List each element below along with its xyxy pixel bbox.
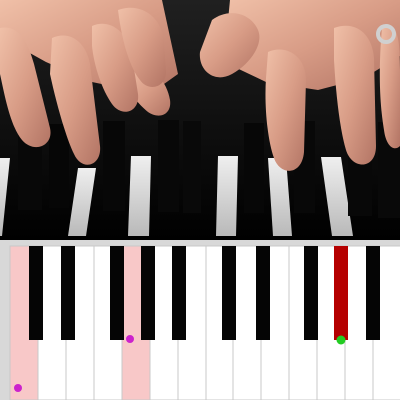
real-black-key: [244, 123, 264, 213]
black-key: [172, 246, 186, 340]
black-key: [141, 246, 155, 340]
note-marker: [14, 384, 22, 392]
real-black-key: [183, 121, 201, 213]
keyboard-guide-svg: [0, 240, 400, 400]
real-black-key: [49, 124, 69, 208]
keyboard-guide-overlay: [0, 240, 400, 400]
black-key: [61, 246, 75, 340]
black-key: [222, 246, 236, 340]
black-key: [256, 246, 270, 340]
note-marker: [336, 335, 346, 345]
real-black-key: [103, 121, 125, 211]
real-key: [128, 156, 151, 236]
black-key: [29, 246, 43, 340]
real-black-key: [158, 120, 179, 212]
black-key: [366, 246, 380, 340]
piano-video-frame: [0, 0, 400, 240]
piano-lesson-screen: [0, 0, 400, 400]
black-key: [110, 246, 124, 340]
real-key: [216, 156, 238, 236]
black-key: [304, 246, 318, 340]
note-marker: [126, 335, 134, 343]
active-black-key: [334, 246, 348, 340]
piano-hands-video: [0, 0, 400, 240]
